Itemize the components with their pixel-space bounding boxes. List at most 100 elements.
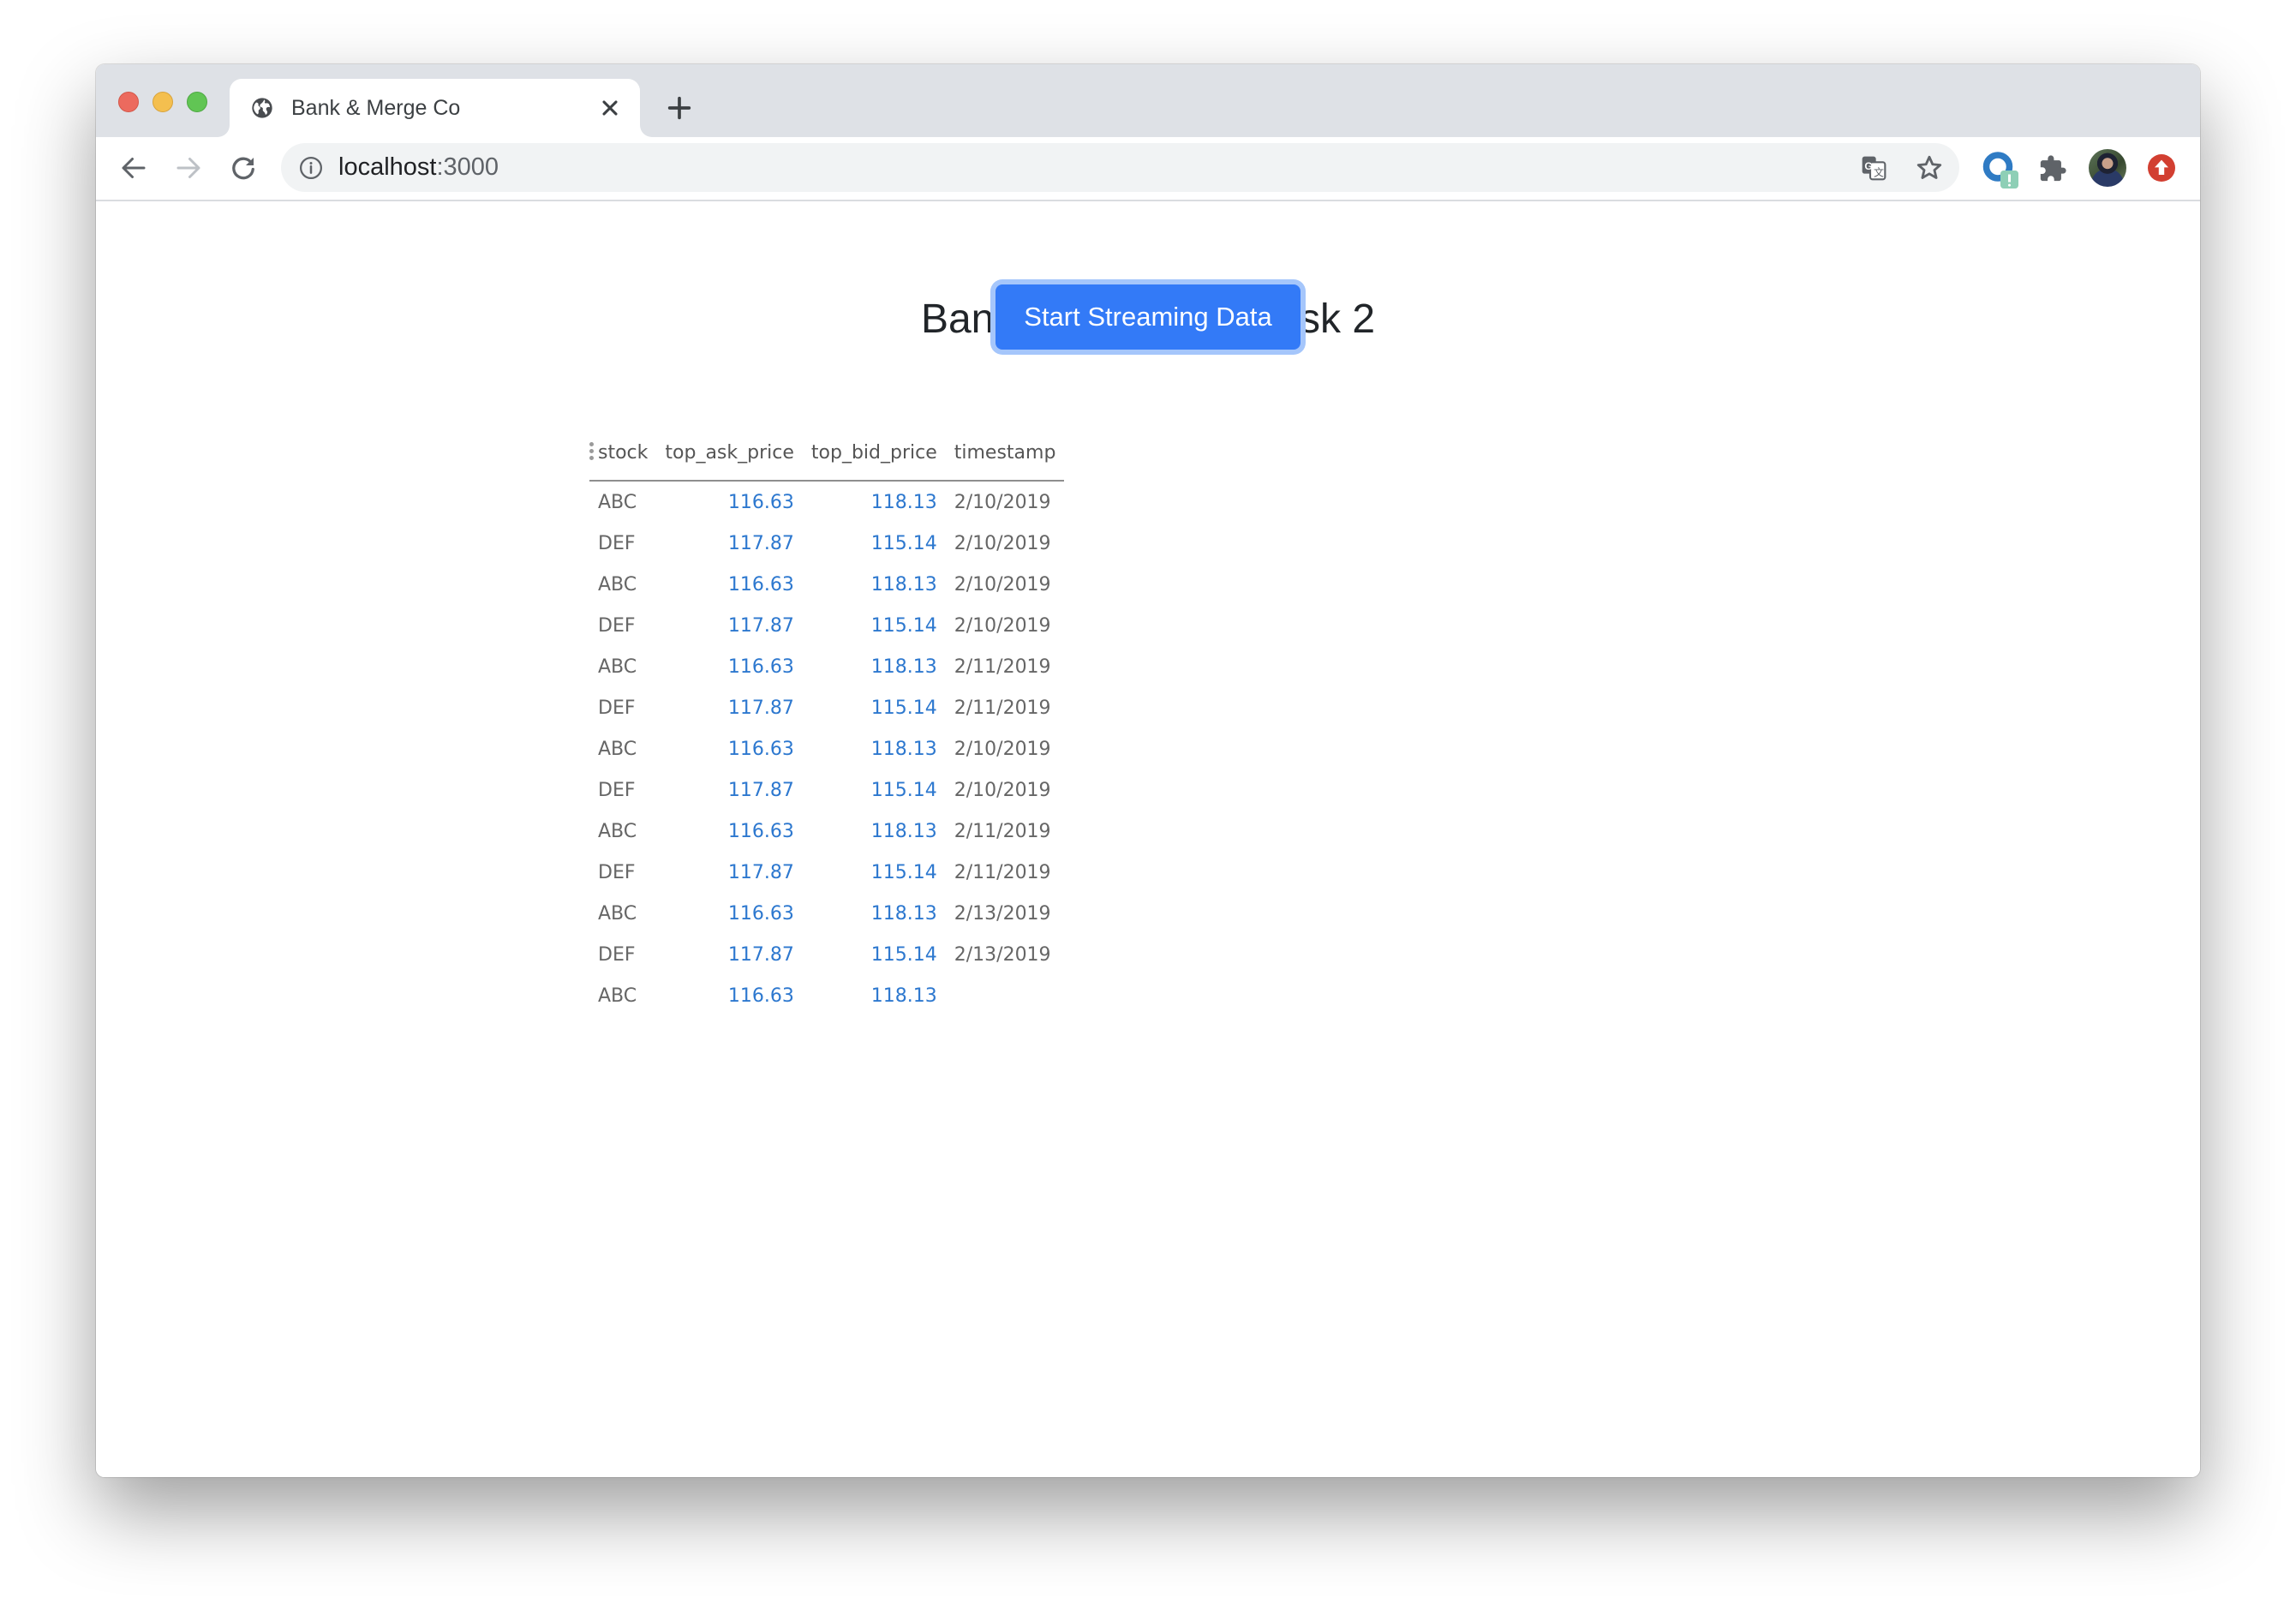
cell-stock: DEF: [598, 532, 636, 554]
cell-timestamp: 2/10/2019: [954, 738, 1051, 760]
cell-stock: ABC: [598, 820, 637, 842]
cell-top-bid-price: 115.14: [870, 614, 937, 637]
cell-top-bid-price: 115.14: [870, 532, 937, 554]
cell-top-ask-price: 116.63: [727, 902, 794, 925]
cell-timestamp: 2/11/2019: [954, 861, 1051, 883]
cell-timestamp: 2/10/2019: [954, 491, 1051, 513]
cell-top-ask-price: 116.63: [727, 985, 794, 1007]
cell-top-bid-price: 118.13: [870, 655, 937, 678]
table-row: ABC 116.63 118.13 2/11/2019: [589, 811, 1064, 852]
translate-icon[interactable]: G 文: [1860, 154, 1887, 182]
svg-text:文: 文: [1874, 165, 1884, 178]
cell-top-ask-price: 116.63: [727, 655, 794, 678]
cell-timestamp: [946, 975, 1065, 1016]
page-content: Bank & Merge Co Task 2 Start Streaming D…: [96, 201, 2200, 1477]
cell-stock: DEF: [598, 614, 636, 637]
cell-timestamp: 2/13/2019: [954, 902, 1051, 925]
column-header-timestamp[interactable]: timestamp: [945, 426, 1065, 482]
cell-stock: ABC: [598, 902, 637, 925]
url-text[interactable]: localhost:3000: [338, 143, 499, 192]
cell-top-bid-price: 118.13: [870, 491, 937, 513]
cell-top-ask-price: 117.87: [727, 532, 794, 554]
close-window-button[interactable]: [118, 92, 139, 112]
browser-window: Bank & Merge Co localhost:3000 G 文 Bank …: [96, 64, 2200, 1477]
column-header-top-bid-price[interactable]: top_bid_price: [802, 426, 946, 482]
table-row: ABC 116.63 118.13 2/10/2019: [589, 564, 1064, 605]
cell-timestamp: 2/10/2019: [954, 573, 1051, 596]
cell-top-bid-price: 118.13: [870, 902, 937, 925]
table-row: ABC 116.63 118.13 2/13/2019: [589, 893, 1064, 934]
table-row: DEF 117.87 115.14 2/13/2019: [589, 934, 1064, 975]
arrow-left-icon[interactable]: [118, 153, 149, 183]
cell-stock: ABC: [598, 573, 637, 596]
toolbar: localhost:3000 G 文: [96, 137, 2200, 201]
cell-top-bid-price: 118.13: [870, 738, 937, 760]
extension-ring-icon[interactable]: [1982, 151, 2018, 190]
tab-active[interactable]: Bank & Merge Co: [230, 79, 640, 137]
header-row: stock top_ask_price top_bid_price timest…: [589, 426, 1065, 482]
minimize-window-button[interactable]: [152, 92, 173, 112]
cell-timestamp: 2/11/2019: [954, 655, 1051, 678]
column-header-stock[interactable]: stock: [589, 426, 657, 482]
cell-top-bid-price: 118.13: [870, 820, 937, 842]
cell-stock: ABC: [598, 985, 637, 1007]
cell-timestamp: 2/13/2019: [954, 943, 1051, 966]
table-row: DEF 117.87 115.14 2/10/2019: [589, 769, 1064, 811]
tab-title: Bank & Merge Co: [291, 96, 461, 120]
start-streaming-button[interactable]: Start Streaming Data: [996, 284, 1300, 350]
info-icon[interactable]: [298, 155, 324, 181]
avatar[interactable]: [2089, 149, 2126, 187]
table-row: DEF 117.87 115.14 2/11/2019: [589, 852, 1064, 893]
cell-top-bid-price: 115.14: [870, 697, 937, 719]
cell-top-bid-price: 118.13: [870, 573, 937, 596]
column-label: stock: [598, 442, 649, 464]
stock-table: stock top_ask_price top_bid_price timest…: [589, 426, 1065, 1016]
cell-top-ask-price: 117.87: [727, 614, 794, 637]
table-row: ABC 116.63 118.13 2/10/2019: [589, 728, 1064, 769]
cell-top-ask-price: 117.87: [727, 943, 794, 966]
cell-stock: DEF: [598, 861, 636, 883]
star-icon[interactable]: [1915, 153, 1944, 183]
cell-top-bid-price: 115.14: [870, 943, 937, 966]
url-port: :3000: [436, 153, 499, 181]
reload-icon[interactable]: [228, 153, 259, 183]
table-row: DEF 117.87 115.14 2/11/2019: [589, 687, 1064, 728]
cell-top-ask-price: 116.63: [727, 491, 794, 513]
grid-viewport[interactable]: stock top_ask_price top_bid_price timest…: [589, 426, 1069, 1056]
cell-top-ask-price: 116.63: [727, 738, 794, 760]
cell-top-ask-price: 116.63: [727, 820, 794, 842]
column-header-top-ask-price[interactable]: top_ask_price: [656, 426, 803, 482]
column-grip-icon[interactable]: [589, 442, 595, 461]
cell-top-ask-price: 116.63: [727, 573, 794, 596]
cell-timestamp: 2/10/2019: [954, 614, 1051, 637]
table-row: DEF 117.87 115.14 2/10/2019: [589, 605, 1064, 646]
globe-icon: [252, 98, 272, 118]
cell-top-ask-price: 117.87: [727, 697, 794, 719]
arrow-right-icon[interactable]: [173, 153, 204, 183]
puzzle-icon[interactable]: [2038, 154, 2067, 183]
table-row: ABC 116.63 118.13 2/10/2019: [589, 481, 1064, 523]
cell-stock: ABC: [598, 655, 637, 678]
table-row: ABC 116.63 118.13 2/11/2019: [589, 646, 1064, 687]
cell-timestamp: 2/10/2019: [954, 779, 1051, 801]
maximize-window-button[interactable]: [187, 92, 207, 112]
table-row: DEF 117.87 115.14 2/10/2019: [589, 523, 1064, 564]
cell-top-ask-price: 117.87: [727, 779, 794, 801]
cell-stock: ABC: [598, 491, 637, 513]
cell-stock: DEF: [598, 943, 636, 966]
plus-icon[interactable]: [665, 93, 694, 123]
cell-top-bid-price: 115.14: [870, 779, 937, 801]
close-icon[interactable]: [598, 96, 622, 120]
cell-stock: ABC: [598, 738, 637, 760]
cell-stock: DEF: [598, 697, 636, 719]
cell-timestamp: 2/11/2019: [954, 697, 1051, 719]
cell-top-ask-price: 117.87: [727, 861, 794, 883]
cell-timestamp: 2/10/2019: [954, 532, 1051, 554]
tab-strip: Bank & Merge Co: [96, 64, 2200, 137]
table-body: ABC 116.63 118.13 2/10/2019 DEF 117.87 115.14 2…: [589, 481, 1064, 1016]
cell-timestamp: 2/11/2019: [954, 820, 1051, 842]
cell-top-bid-price: 115.14: [870, 861, 937, 883]
url-host: localhost: [338, 153, 437, 181]
upload-arrow-icon[interactable]: [2148, 154, 2175, 182]
address-bar[interactable]: localhost:3000 G 文: [281, 143, 1959, 192]
